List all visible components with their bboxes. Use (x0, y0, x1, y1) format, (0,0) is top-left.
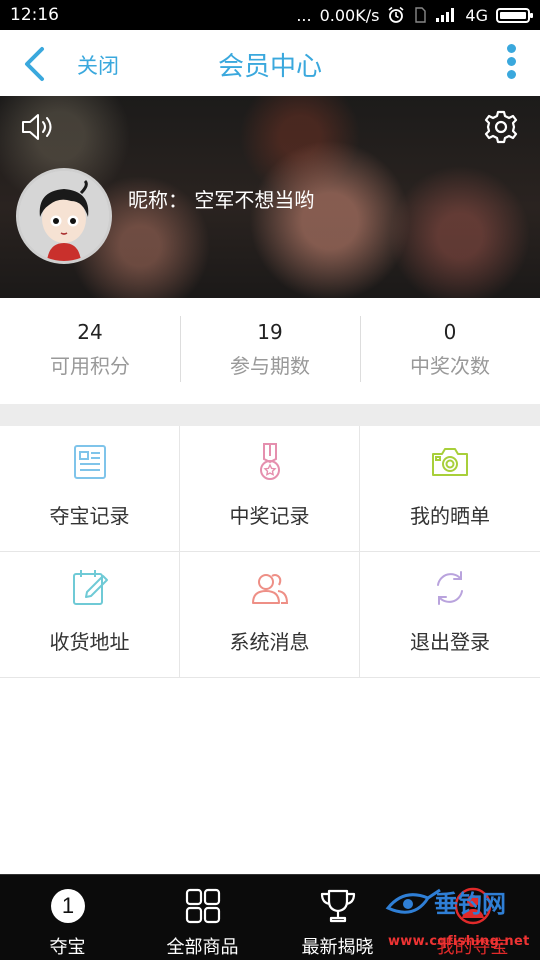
stat-periods[interactable]: 19 参与期数 (180, 298, 360, 404)
menu-grid: 夺宝记录 中奖记录 我的晒单 收货地址 系统消息 退出登录 (0, 426, 540, 678)
menu-item-system-messages[interactable]: 系统消息 (180, 552, 360, 678)
stat-value: 0 (443, 320, 457, 344)
menu-item-label: 退出登录 (410, 630, 490, 654)
trophy-icon (320, 889, 355, 923)
stat-label: 参与期数 (230, 354, 310, 378)
stats-row: 24 可用积分 19 参与期数 0 中奖次数 (0, 298, 540, 404)
grid-icon (185, 888, 220, 924)
camera-icon (432, 448, 468, 476)
stat-label: 可用积分 (50, 354, 130, 378)
section-divider (0, 404, 540, 426)
stat-points[interactable]: 24 可用积分 (0, 298, 180, 404)
users-icon (251, 574, 288, 604)
avatar[interactable] (16, 168, 112, 264)
nav-treasure[interactable]: 1 夺宝 (0, 875, 135, 960)
menu-item-win-records[interactable]: 中奖记录 (180, 426, 360, 552)
stat-value: 19 (257, 320, 283, 344)
nav-all-products[interactable]: 全部商品 (135, 875, 270, 960)
refresh-icon (437, 571, 463, 605)
bottom-nav: 1 夺宝 全部商品 最新揭晓 我的夺宝 (0, 874, 540, 960)
nav-label: 我的夺宝 (436, 937, 509, 958)
menu-item-logout[interactable]: 退出登录 (360, 552, 540, 678)
menu-item-my-shares[interactable]: 我的晒单 (360, 426, 540, 552)
signal-icon (436, 8, 455, 22)
alarm-icon (388, 6, 404, 23)
menu-item-label: 中奖记录 (229, 504, 310, 528)
user-circle-icon (454, 887, 491, 925)
profile-banner: 昵称： 空军不想当哟 (0, 96, 540, 298)
medal-icon (259, 443, 280, 480)
status-bar: 12:16 ... 0.00K/s 4G (0, 0, 540, 30)
nav-label: 夺宝 (49, 937, 86, 958)
menu-item-label: 夺宝记录 (49, 504, 130, 528)
nav-badge-number: 1 (61, 893, 73, 918)
more-menu-icon[interactable] (504, 44, 518, 82)
nickname: 昵称： 空军不想当哟 (128, 188, 315, 212)
title-bar: 关闭 会员中心 (0, 30, 540, 96)
avatar-cartoon-icon (19, 171, 109, 261)
stat-label: 中奖次数 (410, 354, 490, 378)
status-time: 12:16 (10, 5, 59, 25)
status-indicators: ... 0.00K/s 4G (296, 5, 533, 25)
menu-item-shipping-address[interactable]: 收货地址 (0, 552, 180, 678)
sim-icon (415, 7, 427, 23)
gear-icon[interactable] (484, 110, 518, 144)
status-dots: ... (296, 5, 312, 25)
stat-wins[interactable]: 0 中奖次数 (360, 298, 540, 404)
nav-my-treasure[interactable]: 我的夺宝 (405, 875, 540, 960)
nav-latest-results[interactable]: 最新揭晓 (270, 875, 405, 960)
nav-label: 全部商品 (166, 937, 239, 958)
menu-item-label: 收货地址 (49, 630, 130, 654)
menu-item-label: 我的晒单 (410, 504, 490, 528)
nav-label: 最新揭晓 (301, 937, 374, 958)
speaker-icon[interactable] (20, 111, 56, 143)
network-speed: 0.00K/s (319, 5, 380, 25)
document-icon (73, 445, 106, 479)
stat-value: 24 (77, 320, 103, 344)
menu-item-treasure-records[interactable]: 夺宝记录 (0, 426, 180, 552)
battery-icon (496, 7, 533, 23)
menu-item-label: 系统消息 (229, 630, 310, 654)
network-type: 4G (465, 5, 488, 25)
edit-note-icon (72, 570, 108, 605)
page-title: 会员中心 (217, 52, 322, 82)
badge-one-icon: 1 (50, 889, 85, 923)
